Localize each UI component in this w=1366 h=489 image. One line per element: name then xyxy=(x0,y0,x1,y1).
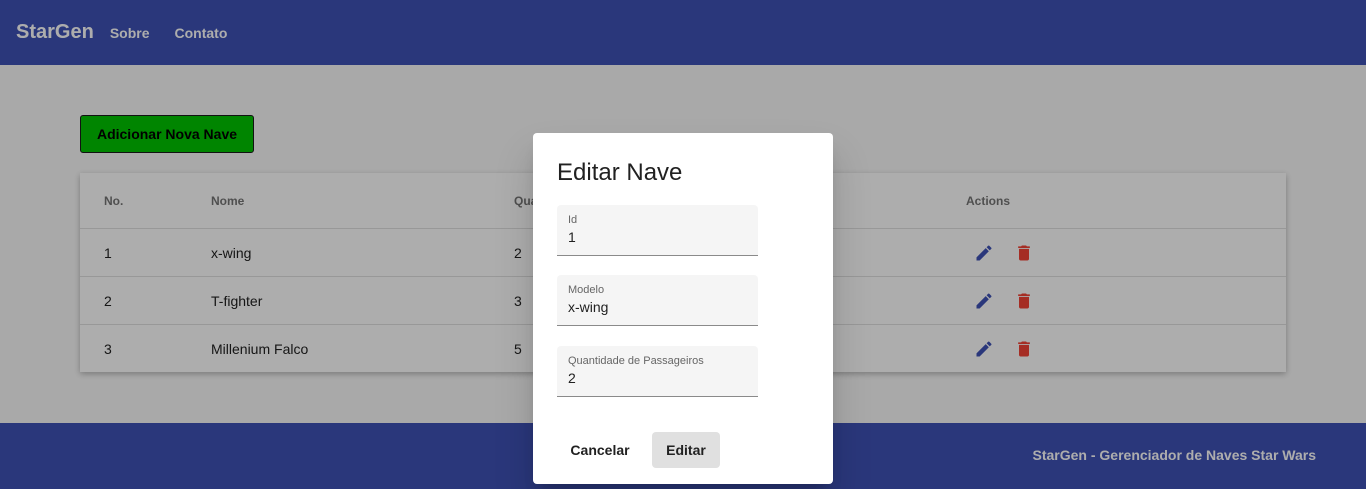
id-field[interactable]: Id 1 xyxy=(557,205,758,256)
passengers-field-value[interactable]: 2 xyxy=(568,370,576,386)
dialog-title: Editar Nave xyxy=(557,159,683,186)
edit-ship-dialog: Editar Nave Id 1 Modelo x-wing Quantidad… xyxy=(533,133,833,484)
modelo-field-label: Modelo xyxy=(568,284,605,296)
id-field-label: Id xyxy=(568,214,578,226)
passengers-field[interactable]: Quantidade de Passageiros 2 xyxy=(557,346,758,397)
id-field-value[interactable]: 1 xyxy=(568,229,576,245)
submit-edit-button[interactable]: Editar xyxy=(652,432,720,468)
passengers-field-label: Quantidade de Passageiros xyxy=(568,355,704,367)
cancel-button[interactable]: Cancelar xyxy=(557,432,643,468)
modelo-field-value[interactable]: x-wing xyxy=(568,299,608,315)
modelo-field[interactable]: Modelo x-wing xyxy=(557,275,758,326)
